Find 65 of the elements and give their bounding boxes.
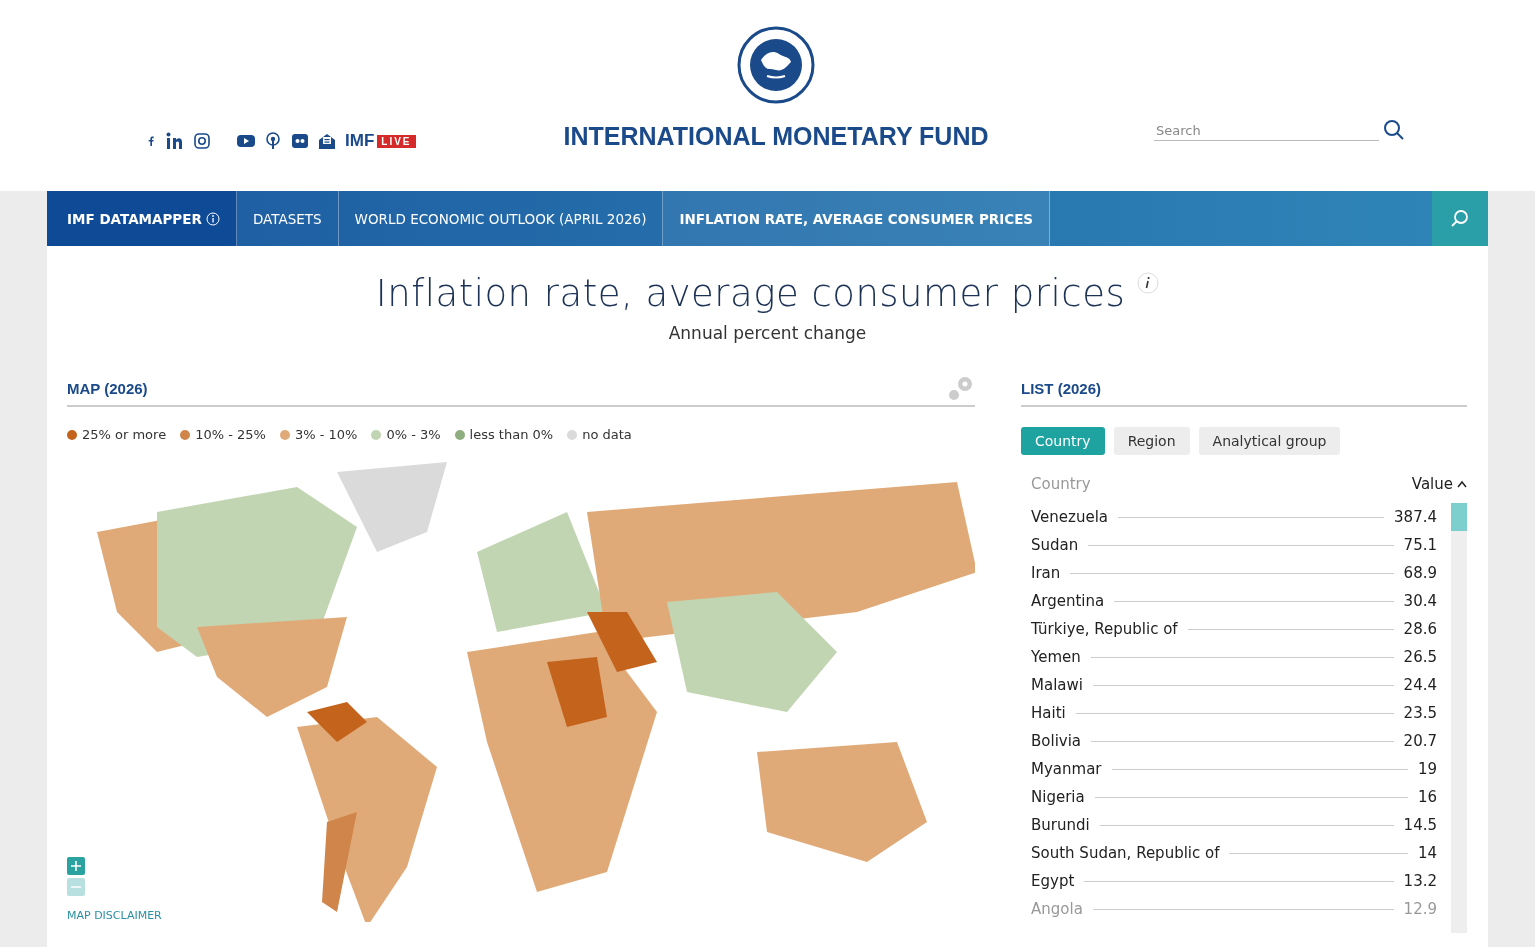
plus-icon [70,860,82,872]
site-title: INTERNATIONAL MONETARY FUND [563,122,989,151]
country-name: Burundi [1031,816,1090,834]
page-subtitle: Annual percent change [667,323,868,343]
value-text: 19 [1417,760,1437,778]
value-text: 387.4 [1394,508,1437,526]
country-name: Yemen [1031,648,1081,666]
value-text: 14 [1417,844,1437,862]
tab[interactable]: Analytical group [1198,427,1341,455]
legend-label: 0% - 3% [386,427,441,442]
info-icon[interactable] [1137,272,1160,294]
value-text: 12.9 [1403,900,1437,918]
flickr-icon[interactable] [291,132,309,150]
logo-seal-icon [737,26,815,104]
page-title: Inflation rate, average consumer prices [375,272,1126,315]
value-text: 30.4 [1403,592,1437,610]
country-name: Myanmar [1031,760,1102,778]
search-button[interactable] [1432,191,1488,246]
country-name: Egypt [1031,872,1075,890]
value-text: 23.5 [1403,704,1437,722]
value-text: 26.5 [1403,648,1437,666]
column-header[interactable]: Value [1411,475,1467,493]
value-text: 75.1 [1403,536,1437,554]
map-disclaimer-link[interactable]: MAP DISCLAIMER [67,909,162,922]
breadcrumb-link[interactable]: DATASETS [236,191,339,246]
breadcrumb-link[interactable]: WORLD ECONOMIC OUTLOOK (APRIL 2026) [338,191,664,246]
tab[interactable]: Region [1113,427,1190,455]
value-text: 28.6 [1403,620,1437,638]
country-name: Angola [1031,900,1083,918]
value-text: 20.7 [1403,732,1437,750]
country-name: Venezuela [1031,508,1109,526]
country-name: Sudan [1031,536,1079,554]
legend-label: 3% - 10% [294,427,358,442]
scrollbar-thumb[interactable] [1451,503,1467,531]
country-name: Haiti [1031,704,1066,722]
country-name: Argentina [1031,592,1105,610]
country-name: Nigeria [1031,788,1085,806]
imf-live-link[interactable]: IMF LIVE [345,131,416,151]
value-text: 16 [1417,788,1437,806]
country-name: Bolivia [1031,732,1082,750]
country-name: Iran [1031,564,1061,582]
legend-label: less than 0% [469,427,554,442]
scrollbar[interactable] [1451,503,1467,933]
section-heading: LIST (2026) [1021,379,1102,397]
country-name: Türkiye, Republic of [1031,620,1178,638]
podcast-icon[interactable] [264,132,282,150]
value-text: 14.5 [1403,816,1437,834]
caret-up-icon [1457,480,1467,488]
value-text: 68.9 [1403,564,1437,582]
legend-label: 25% or more [82,427,167,442]
section-heading: MAP (2026) [67,379,148,397]
search-icon [1450,208,1470,229]
instagram-icon[interactable] [193,132,211,150]
legend-label: 10% - 25% [195,427,266,442]
country-name: South Sudan, Republic of [1031,844,1220,862]
brand-link[interactable]: IMF DATAMAPPER [47,191,237,246]
video-play-icon[interactable] [237,132,255,150]
value-text: 24.4 [1403,676,1437,694]
newsletter-icon[interactable] [318,132,336,150]
linkedin-icon[interactable] [166,132,184,150]
country-name: Malawi [1031,676,1083,694]
breadcrumb-link[interactable]: INFLATION RATE, AVERAGE CONSUMER PRICES [663,191,1051,246]
value-text: 13.2 [1403,872,1437,890]
legend-label: no data [582,427,632,442]
search-icon[interactable] [1383,119,1405,141]
